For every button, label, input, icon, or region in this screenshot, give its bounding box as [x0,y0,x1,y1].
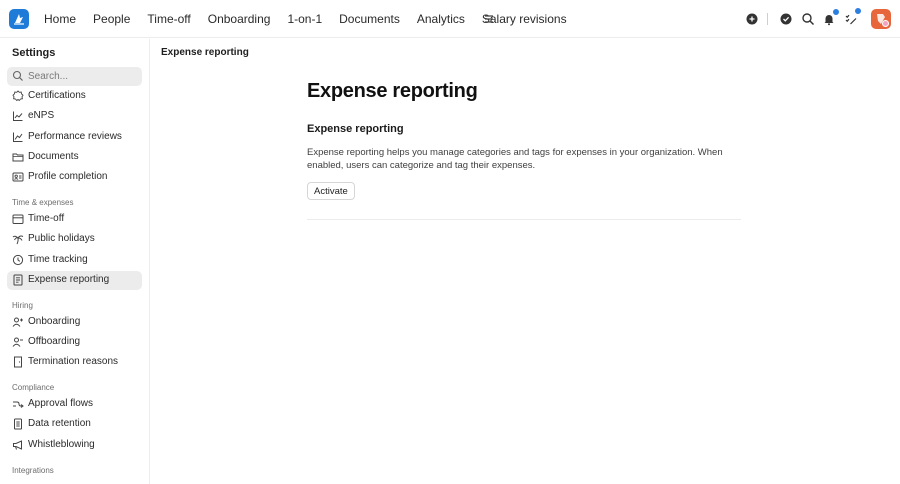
nav-people[interactable]: People [93,12,130,26]
search-input[interactable] [28,67,138,86]
nav-analytics[interactable]: Analytics [417,12,465,26]
sidebar-item-expense-reporting[interactable]: Expense reporting [7,271,142,290]
nav-1-on-1[interactable]: 1-on-1 [287,12,322,26]
folder-icon [12,151,24,163]
avatar[interactable] [871,9,891,29]
user-plus-icon [12,316,24,328]
document-icon [12,418,24,430]
sidebar-item-performance-reviews[interactable]: Performance reviews [7,128,142,147]
main-nav: Home People Time-off Onboarding 1-on-1 D… [44,0,584,38]
sidebar-item-certifications[interactable]: Certifications [7,87,142,106]
nav-home[interactable]: Home [44,12,76,26]
sidebar-item-whistleblowing[interactable]: Whistleblowing [7,436,142,455]
sidebar-item-termination-reasons[interactable]: Termination reasons [7,353,142,372]
section-description: Expense reporting helps you manage categ… [307,147,723,171]
calendar-icon [12,213,24,225]
flow-icon [12,398,24,410]
sidebar-item-documents[interactable]: Documents [7,148,142,167]
top-bar: Home People Time-off Onboarding 1-on-1 D… [0,0,900,38]
sidebar-item-label: Performance reviews [28,131,122,142]
receipt-icon [12,274,24,286]
sidebar-item-label: eNPS [28,110,55,121]
sidebar-item-label: Time-off [28,213,65,224]
search-icon[interactable] [801,12,815,26]
settings-sidebar: Settings Certifications eNPS Performance… [0,39,150,484]
sidebar-item-profile-completion[interactable]: Profile completion [7,168,142,187]
sidebar-item-label: Data retention [28,418,91,429]
tasks-notification-dot [855,8,861,14]
check-circle-icon[interactable] [779,12,793,26]
sidebar-search[interactable] [7,67,142,86]
sidebar-item-label: Documents [28,151,79,162]
divider [307,219,741,220]
breadcrumb: Expense reporting [161,47,249,58]
sidebar-item-label: Approval flows [28,398,94,409]
section-heading-compliance: Compliance [12,383,55,392]
sidebar-item-onboarding[interactable]: Onboarding [7,313,142,332]
sidebar-item-data-retention[interactable]: Data retention [7,415,142,434]
divider [767,13,768,25]
palm-tree-icon [12,233,24,245]
logo-icon[interactable] [9,9,29,29]
chart-line-icon [12,110,24,122]
sidebar-item-label: Time tracking [28,254,88,265]
search-icon [12,70,24,82]
sidebar-item-enps[interactable]: eNPS [7,107,142,126]
add-circle-icon[interactable] [745,12,759,26]
notification-dot [833,9,839,15]
sidebar-item-label: Termination reasons [28,356,119,367]
door-icon [12,356,24,368]
section-heading-integrations: Integrations [12,466,54,475]
profile-card-icon [12,171,24,183]
clock-icon [12,254,24,266]
sidebar-item-label: Certifications [28,90,86,101]
sidebar-title: Settings [12,47,56,59]
section-title: Expense reporting [307,123,404,135]
badge-icon [12,90,24,102]
page-title: Expense reporting [307,80,478,102]
section-heading-hiring: Hiring [12,301,33,310]
user-minus-icon [12,336,24,348]
chart-line-icon [12,131,24,143]
sidebar-item-approval-flows[interactable]: Approval flows [7,395,142,414]
sidebar-item-label: Onboarding [28,316,81,327]
nav-documents[interactable]: Documents [339,12,400,26]
sidebar-item-label: Expense reporting [28,274,110,285]
nav-time-off[interactable]: Time-off [147,12,190,26]
sidebar-item-label: Profile completion [28,171,108,182]
nav-onboarding[interactable]: Onboarding [208,12,271,26]
sidebar-item-label: Public holidays [28,233,95,244]
avatar-status-badge [882,20,889,27]
megaphone-icon [12,439,24,451]
sidebar-item-time-tracking[interactable]: Time tracking [7,251,142,270]
tasks-icon[interactable] [844,12,858,26]
sidebar-item-label: Offboarding [28,336,81,347]
sidebar-item-label: Whistleblowing [28,439,95,450]
sidebar-item-public-holidays[interactable]: Public holidays [7,230,142,249]
menu-icon[interactable] [482,12,496,26]
activate-button[interactable]: Activate [307,182,355,200]
sidebar-item-time-off[interactable]: Time-off [7,210,142,229]
sidebar-item-offboarding[interactable]: Offboarding [7,333,142,352]
section-heading-time-expenses: Time & expenses [12,198,74,207]
